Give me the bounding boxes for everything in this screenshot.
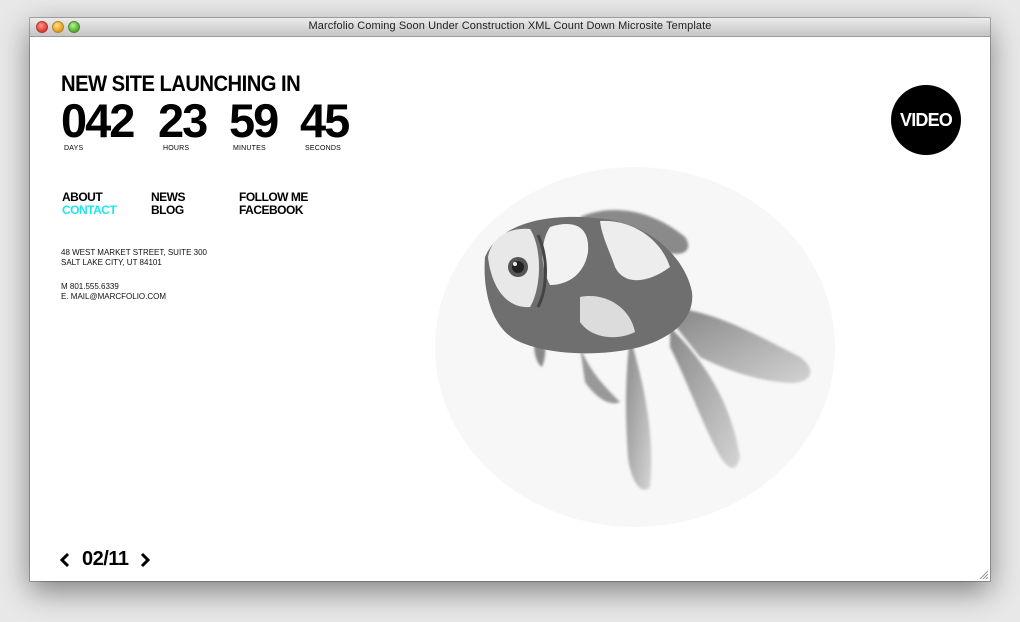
- browser-window: Marcfolio Coming Soon Under Construction…: [30, 18, 990, 581]
- countdown-seconds: 45 SECONDS: [300, 94, 350, 152]
- resize-grip-icon[interactable]: [978, 569, 988, 579]
- hours-value: 23: [158, 94, 208, 147]
- nav-column-3: FOLLOW ME FACEBOOK: [239, 191, 308, 217]
- email-address: E. MAIL@MARCFOLIO.COM: [61, 292, 167, 301]
- video-button[interactable]: VIDEO: [891, 85, 961, 155]
- address-block: 48 WEST MARKET STREET, SUITE 300 SALT LA…: [61, 248, 207, 268]
- countdown-hours: 23 HOURS: [158, 94, 208, 152]
- nav-column-1: ABOUT CONTACT: [62, 191, 117, 217]
- nav-contact-link[interactable]: CONTACT: [62, 204, 117, 217]
- address-line-2: SALT LAKE CITY, UT 84101: [61, 258, 162, 267]
- contact-block: M 801.555.6339 E. MAIL@MARCFOLIO.COM: [61, 282, 166, 302]
- chevron-right-icon[interactable]: [138, 552, 152, 568]
- goldfish-image: [430, 157, 840, 537]
- pager: 02/11: [58, 548, 152, 571]
- page-content: NEW SITE LAUNCHING IN 042 DAYS 23 HOURS …: [30, 37, 990, 581]
- countdown-days: 042 DAYS: [61, 94, 135, 152]
- minutes-value: 59: [229, 94, 279, 147]
- nav-facebook-link[interactable]: FACEBOOK: [239, 204, 308, 217]
- chevron-left-icon[interactable]: [58, 552, 72, 568]
- days-value: 042: [61, 94, 135, 147]
- address-line-1: 48 WEST MARKET STREET, SUITE 300: [61, 248, 207, 257]
- nav-column-2: NEWS BLOG: [151, 191, 186, 217]
- nav-blog-link[interactable]: BLOG: [151, 204, 185, 217]
- countdown-minutes: 59 MINUTES: [229, 94, 279, 152]
- title-bar: Marcfolio Coming Soon Under Construction…: [30, 18, 990, 37]
- seconds-value: 45: [300, 94, 350, 147]
- window-title: Marcfolio Coming Soon Under Construction…: [308, 20, 712, 32]
- page-indicator: 02/11: [82, 548, 129, 570]
- phone-number: M 801.555.6339: [61, 282, 119, 291]
